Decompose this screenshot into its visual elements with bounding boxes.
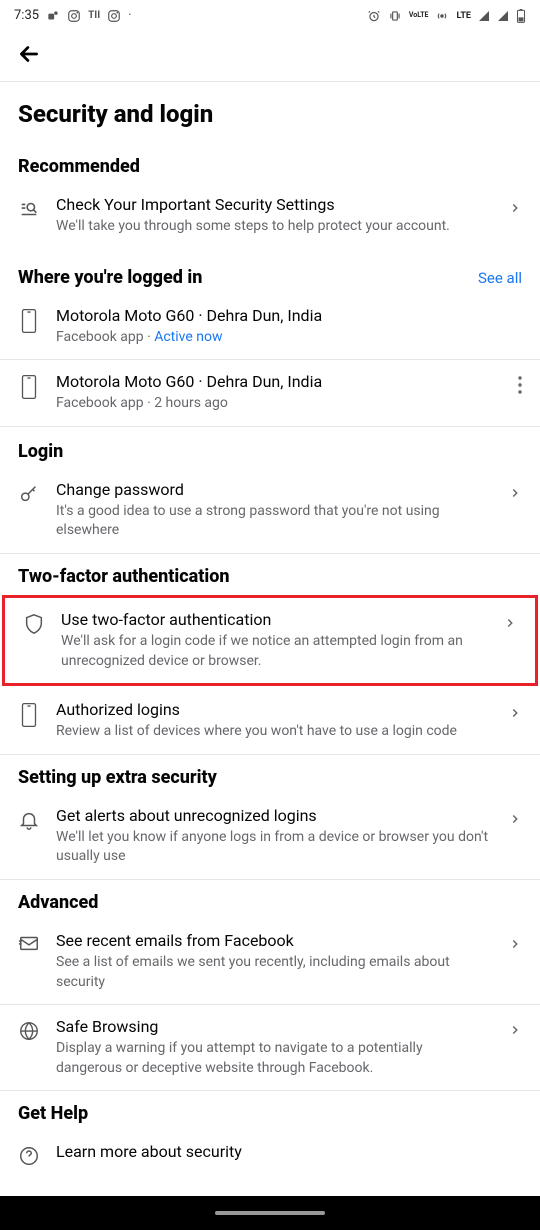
status-time: 7:35 (14, 8, 39, 23)
bell-icon (18, 808, 40, 832)
row-safe-browsing[interactable]: Safe Browsing Display a warning if you a… (0, 1005, 540, 1090)
row-subtitle: We'll ask for a login code if we notice … (61, 632, 487, 671)
row-title: Check Your Important Security Settings (56, 195, 492, 214)
row-title: Use two-factor authentication (61, 610, 487, 629)
instagram-icon (67, 9, 81, 23)
globe-icon (18, 1019, 40, 1043)
section-login: Login (0, 427, 540, 468)
see-all-link[interactable]: See all (478, 269, 522, 287)
volte-icon: VoLTE (409, 12, 429, 19)
status-left: 7:35 TII · (14, 8, 132, 23)
section-title: Setting up extra security (18, 767, 217, 788)
signal-icon-1 (478, 10, 490, 22)
row-get-alerts[interactable]: Get alerts about unrecognized logins We'… (0, 794, 540, 879)
chevron-right-icon (503, 616, 517, 630)
row-subtitle: Facebook app · Active now (56, 328, 522, 348)
chevron-right-icon (508, 201, 522, 215)
nav-pill[interactable] (215, 1211, 325, 1215)
hotspot-icon (435, 9, 449, 23)
more-icon[interactable] (518, 376, 522, 394)
phone-icon (18, 374, 40, 400)
section-recommended: Recommended (0, 148, 540, 183)
header (0, 31, 540, 81)
page-title: Security and login (0, 82, 540, 148)
row-recent-emails[interactable]: See recent emails from Facebook See a li… (0, 919, 540, 1004)
row-title: Safe Browsing (56, 1017, 492, 1036)
question-icon (18, 1144, 40, 1168)
alarm-icon (367, 9, 381, 23)
row-change-password[interactable]: Change password It's a good idea to use … (0, 468, 540, 553)
envelope-icon (18, 933, 40, 953)
section-title: Login (18, 441, 63, 462)
section-extra-security: Setting up extra security (0, 755, 540, 794)
battery-icon (516, 9, 526, 23)
section-advanced: Advanced (0, 880, 540, 919)
signal-icon-2 (497, 10, 509, 22)
section-title: Two-factor authentication (18, 566, 230, 587)
row-device-active[interactable]: Motorola Moto G60 · Dehra Dun, India Fac… (0, 294, 540, 360)
chevron-right-icon (508, 486, 522, 500)
row-authorized-logins[interactable]: Authorized logins Review a list of devic… (0, 688, 540, 754)
chevron-right-icon (508, 1023, 522, 1037)
row-use-two-factor[interactable]: Use two-factor authentication We'll ask … (5, 598, 535, 683)
section-title: Recommended (18, 156, 140, 177)
row-title: Learn more about security (56, 1142, 522, 1161)
row-device-past[interactable]: Motorola Moto G60 · Dehra Dun, India Fac… (0, 360, 540, 426)
row-title: Motorola Moto G60 · Dehra Dun, India (56, 372, 502, 391)
truecaller-icon: TII (88, 10, 100, 21)
section-logged-in: Where you're logged in See all (0, 249, 540, 294)
row-title: Get alerts about unrecognized logins (56, 806, 492, 825)
highlight-box: Use two-factor authentication We'll ask … (2, 595, 538, 686)
section-title: Get Help (18, 1103, 88, 1124)
row-title: See recent emails from Facebook (56, 931, 492, 950)
section-get-help: Get Help (0, 1091, 540, 1130)
row-subtitle: Facebook app · 2 hours ago (56, 394, 502, 414)
lte-label: LTE (456, 11, 471, 21)
chevron-right-icon (508, 706, 522, 720)
row-subtitle: We'll take you through some steps to hel… (56, 217, 492, 237)
row-subtitle: Review a list of devices where you won't… (56, 722, 492, 742)
back-button[interactable] (16, 41, 524, 67)
key-icon (18, 482, 40, 506)
shield-icon (23, 612, 45, 636)
vibrate-icon (388, 9, 402, 23)
row-title: Authorized logins (56, 700, 492, 719)
row-subtitle: See a list of emails we sent you recentl… (56, 953, 492, 992)
status-bar: 7:35 TII · VoLTE LTE (0, 0, 540, 31)
row-title: Change password (56, 480, 492, 499)
row-subtitle: We'll let you know if anyone logs in fro… (56, 828, 492, 867)
teams-icon (46, 9, 60, 23)
search-list-icon (18, 197, 40, 221)
phone-icon (18, 702, 40, 728)
row-check-security[interactable]: Check Your Important Security Settings W… (0, 183, 540, 249)
status-right: VoLTE LTE (367, 9, 526, 23)
instagram-icon-2 (107, 9, 121, 23)
section-title: Where you're logged in (18, 267, 202, 288)
row-learn-more[interactable]: Learn more about security (0, 1130, 540, 1172)
row-subtitle: It's a good idea to use a strong passwor… (56, 502, 492, 541)
section-two-factor: Two-factor authentication (0, 554, 540, 593)
chevron-right-icon (508, 812, 522, 826)
dot-icon: · (128, 8, 131, 23)
row-subtitle: Display a warning if you attempt to navi… (56, 1039, 492, 1078)
nav-bar (0, 1196, 540, 1230)
section-title: Advanced (18, 892, 98, 913)
phone-icon (18, 308, 40, 334)
row-title: Motorola Moto G60 · Dehra Dun, India (56, 306, 522, 325)
chevron-right-icon (508, 937, 522, 951)
